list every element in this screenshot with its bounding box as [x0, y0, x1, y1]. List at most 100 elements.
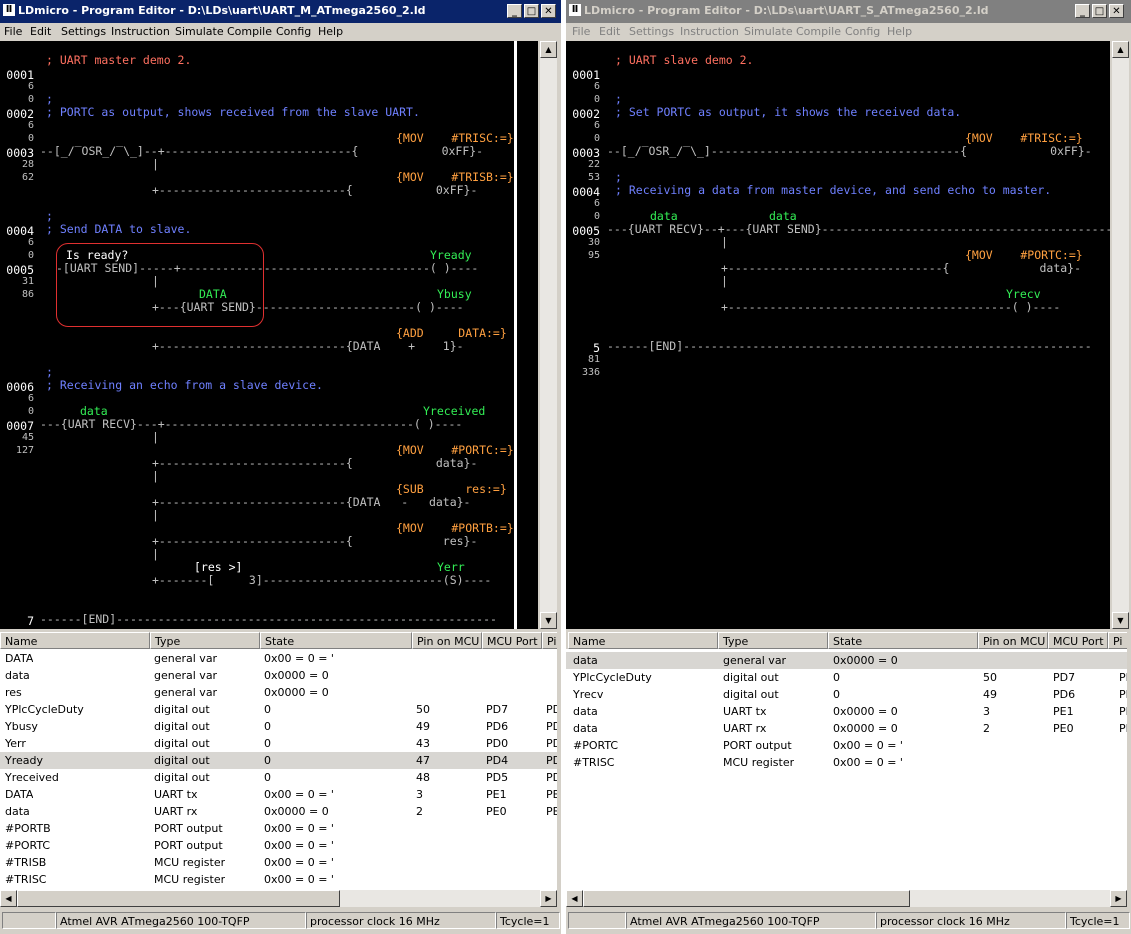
- column-name[interactable]: Name: [568, 632, 718, 649]
- io-list-row[interactable]: #TRISC MCU register 0x00 = 0 = ': [0, 871, 557, 888]
- io-list-row[interactable]: YPlcCycleDuty digital out 0 50 PD7 PD: [0, 701, 557, 718]
- io-list-row[interactable]: data UART tx 0x0000 = 0 3 PE1 PE: [566, 703, 1127, 720]
- column-pin[interactable]: Pin on MCU: [978, 632, 1048, 649]
- scroll-down-icon[interactable]: ▼: [540, 612, 557, 629]
- menu-instruction[interactable]: Instruction: [111, 25, 170, 38]
- sub-branch[interactable]: +---------------------------{DATA - data…: [152, 496, 471, 509]
- io-list-row[interactable]: data UART rx 0x0000 = 0 2 PE0 PE: [0, 803, 557, 820]
- minimize-icon[interactable]: _: [507, 4, 522, 18]
- column-state[interactable]: State: [260, 632, 412, 649]
- menu-config[interactable]: Config: [845, 25, 880, 38]
- menu-compile[interactable]: Compile: [796, 25, 841, 38]
- io-list[interactable]: Name Type State Pin on MCU MCU Port Pi d…: [566, 632, 1127, 890]
- mov-branch[interactable]: +---------------------------{ data}-: [152, 457, 477, 470]
- close-icon[interactable]: ✕: [1109, 4, 1124, 18]
- menu-help[interactable]: Help: [318, 25, 343, 38]
- coil-branch[interactable]: +---------------------------------------…: [721, 301, 1060, 314]
- scroll-up-icon[interactable]: ▲: [1112, 41, 1129, 58]
- rung-number: 7: [27, 614, 34, 628]
- io-list-row[interactable]: DATA general var 0x00 = 0 = ': [0, 650, 557, 667]
- maximize-icon[interactable]: □: [524, 4, 539, 18]
- io-list-row[interactable]: #PORTB PORT output 0x00 = 0 = ': [0, 820, 557, 837]
- cell-name: #PORTB: [5, 822, 51, 835]
- io-list-row[interactable]: #PORTC PORT output 0x00 = 0 = ': [0, 837, 557, 854]
- io-list-row[interactable]: res general var 0x0000 = 0: [0, 684, 557, 701]
- rung-comment: ; Receiving an echo from a slave device.: [46, 378, 323, 392]
- io-list-row[interactable]: DATA UART tx 0x00 = 0 = ' 3 PE1 PE: [0, 786, 557, 803]
- mov-branch[interactable]: +---------------------------{ res}-: [152, 535, 477, 548]
- scroll-right-icon[interactable]: ▶: [1110, 890, 1127, 907]
- ladder-vertical-scrollbar[interactable]: ▲ ▼: [1112, 41, 1129, 629]
- add-branch[interactable]: +---------------------------{DATA + 1}-: [152, 340, 464, 353]
- mov-branch[interactable]: +-------------------------------{ data}-: [721, 262, 1081, 275]
- io-list[interactable]: Name Type State Pin on MCU MCU Port Pi D…: [0, 632, 557, 890]
- menu-simulate[interactable]: Simulate: [744, 25, 793, 38]
- cell-type: MCU register: [154, 856, 226, 869]
- io-list-row[interactable]: Yready digital out 0 47 PD4 PD: [0, 752, 557, 769]
- maximize-icon[interactable]: □: [1092, 4, 1107, 18]
- cell-type: general var: [154, 652, 218, 665]
- rung-stat: 28: [21, 159, 34, 170]
- menu-edit[interactable]: Edit: [30, 25, 51, 38]
- menu-help[interactable]: Help: [887, 25, 912, 38]
- cell-name: Yready: [5, 754, 44, 767]
- io-list-row[interactable]: YPlcCycleDuty digital out 0 50 PD7 PD: [566, 669, 1127, 686]
- scroll-down-icon[interactable]: ▼: [1112, 612, 1129, 629]
- cell-name: DATA: [5, 652, 34, 665]
- scroll-left-icon[interactable]: ◀: [0, 890, 17, 907]
- column-port[interactable]: MCU Port: [1048, 632, 1108, 649]
- close-icon[interactable]: ✕: [541, 4, 556, 18]
- io-list-row[interactable]: data general var 0x0000 = 0: [0, 667, 557, 684]
- osr-rung-line[interactable]: --[_/‾OSR_/‾\_]--+----------------------…: [40, 145, 483, 158]
- compare-branch[interactable]: +-------[ 3]--------------------------(S…: [152, 574, 491, 587]
- uart-recv-rung[interactable]: ---{UART RECV}---+----------------------…: [40, 418, 462, 431]
- ladder-diagram[interactable]: 0001 6 0 0002 6 0 0003 22 53 0004 6 0 00…: [566, 41, 1110, 629]
- minimize-icon[interactable]: _: [1075, 4, 1090, 18]
- scroll-right-icon[interactable]: ▶: [540, 890, 557, 907]
- ladder-diagram[interactable]: 0001 6 0 0002 6 0 0003 28 62 0004 6 0 00…: [0, 41, 538, 629]
- menu-settings[interactable]: Settings: [61, 25, 106, 38]
- io-list-row[interactable]: data general var 0x0000 = 0: [566, 652, 1127, 669]
- io-list-row[interactable]: #TRISB MCU register 0x00 = 0 = ': [0, 854, 557, 871]
- scroll-up-icon[interactable]: ▲: [540, 41, 557, 58]
- menu-config[interactable]: Config: [276, 25, 311, 38]
- io-list-row[interactable]: #TRISC MCU register 0x00 = 0 = ': [566, 754, 1127, 771]
- scroll-left-icon[interactable]: ◀: [566, 890, 583, 907]
- column-state[interactable]: State: [828, 632, 978, 649]
- io-list-horizontal-scrollbar[interactable]: ◀ ▶: [0, 890, 557, 907]
- ladder-vertical-scrollbar[interactable]: ▲ ▼: [540, 41, 557, 629]
- column-type[interactable]: Type: [718, 632, 828, 649]
- rung-stat: 30: [587, 237, 600, 248]
- menu-file[interactable]: File: [572, 25, 590, 38]
- io-list-horizontal-scrollbar[interactable]: ◀ ▶: [566, 890, 1127, 907]
- rung-number: 0006: [6, 380, 34, 394]
- title-bar[interactable]: Ⅱ LDmicro - Program Editor - D:\LDs\uart…: [566, 0, 1131, 23]
- osr-rung-line[interactable]: --[_/‾OSR_/‾\_]-------------------------…: [607, 145, 1092, 158]
- io-list-row[interactable]: #PORTC PORT output 0x00 = 0 = ': [566, 737, 1127, 754]
- menu-file[interactable]: File: [4, 25, 22, 38]
- column-port[interactable]: MCU Port: [482, 632, 542, 649]
- scrollbar-thumb[interactable]: [583, 890, 910, 907]
- menu-settings[interactable]: Settings: [629, 25, 674, 38]
- io-list-row[interactable]: data UART rx 0x0000 = 0 2 PE0 PE: [566, 720, 1127, 737]
- column-name[interactable]: Name: [0, 632, 150, 649]
- column-type[interactable]: Type: [150, 632, 260, 649]
- title-bar[interactable]: Ⅱ LDmicro - Program Editor - D:\LDs\uart…: [0, 0, 561, 23]
- cell-state: 0x00 = 0 = ': [264, 788, 334, 801]
- menu-simulate[interactable]: Simulate: [175, 25, 224, 38]
- menu-compile[interactable]: Compile: [227, 25, 272, 38]
- branch-line[interactable]: +---------------------------{ 0xFF}-: [152, 184, 477, 197]
- column-pin2[interactable]: Pi: [542, 632, 557, 649]
- menu-edit[interactable]: Edit: [599, 25, 620, 38]
- scrollbar-thumb[interactable]: [17, 890, 340, 907]
- io-list-row[interactable]: Yreceived digital out 0 48 PD5 PD: [0, 769, 557, 786]
- end-rung[interactable]: ------[END]-----------------------------…: [40, 613, 497, 626]
- io-list-row[interactable]: Yrecv digital out 0 49 PD6 PD: [566, 686, 1127, 703]
- io-list-row[interactable]: Ybusy digital out 0 49 PD6 PD: [0, 718, 557, 735]
- end-rung[interactable]: ------[END]-----------------------------…: [607, 340, 1092, 353]
- menu-instruction[interactable]: Instruction: [680, 25, 739, 38]
- io-list-row[interactable]: Yerr digital out 0 43 PD0 PD: [0, 735, 557, 752]
- column-pin[interactable]: Pin on MCU: [412, 632, 482, 649]
- uart-recv-send-rung[interactable]: ---{UART RECV}--+---{UART SEND}---------…: [607, 223, 1110, 236]
- column-pin2[interactable]: Pi: [1108, 632, 1127, 649]
